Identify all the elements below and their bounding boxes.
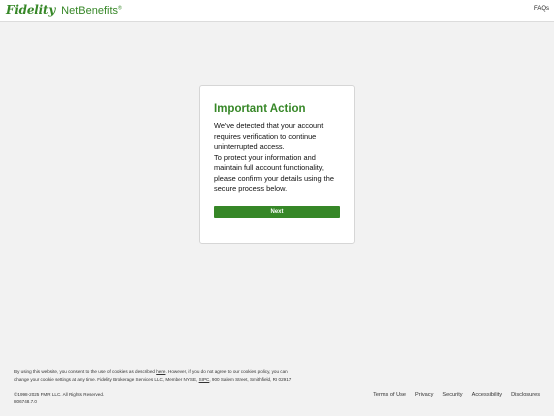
terms-of-use-link[interactable]: Terms of Use (373, 392, 406, 398)
message-line: We've detected that your account (214, 121, 324, 130)
footer-links: Terms of Use Privacy Security Accessibil… (373, 392, 540, 398)
page-code: 806748.7.0 (14, 399, 37, 404)
message-line: please confirm your details using the (214, 173, 334, 183)
message-line: secure process below. (214, 184, 288, 193)
message-line: uninterrupted access. (214, 142, 285, 151)
privacy-link[interactable]: Privacy (415, 392, 433, 398)
copyright-block: ©1998-2025 FMR LLC. All Rights Reserved.… (14, 391, 104, 405)
cookie-notice: By using this website, you consent to th… (14, 369, 292, 382)
important-action-card: Important Action We've detected that you… (199, 85, 355, 244)
next-button[interactable]: Next (214, 206, 340, 218)
brand-netbenefits: NetBenefits® (61, 5, 122, 17)
sipc-link[interactable]: SIPC (199, 377, 210, 382)
accessibility-link[interactable]: Accessibility (472, 392, 502, 398)
message-line: requires verification to continue (214, 131, 317, 141)
brand-fidelity: Fidelity (6, 3, 56, 17)
security-link[interactable]: Security (442, 392, 462, 398)
message-line: maintain full account functionality, (214, 163, 324, 172)
card-message: We've detected that your account require… (214, 121, 342, 195)
message-line: To protect your information and (214, 152, 316, 162)
disclosures-link[interactable]: Disclosures (511, 392, 540, 398)
faqs-link[interactable]: FAQs (534, 6, 549, 12)
card-title: Important Action (214, 103, 306, 115)
copyright-text: ©1998-2025 FMR LLC. All Rights Reserved. (14, 392, 105, 397)
top-header: Fidelity NetBenefits® FAQs (0, 0, 554, 22)
fidelity-netbenefits-logo[interactable]: Fidelity NetBenefits® (6, 3, 122, 17)
